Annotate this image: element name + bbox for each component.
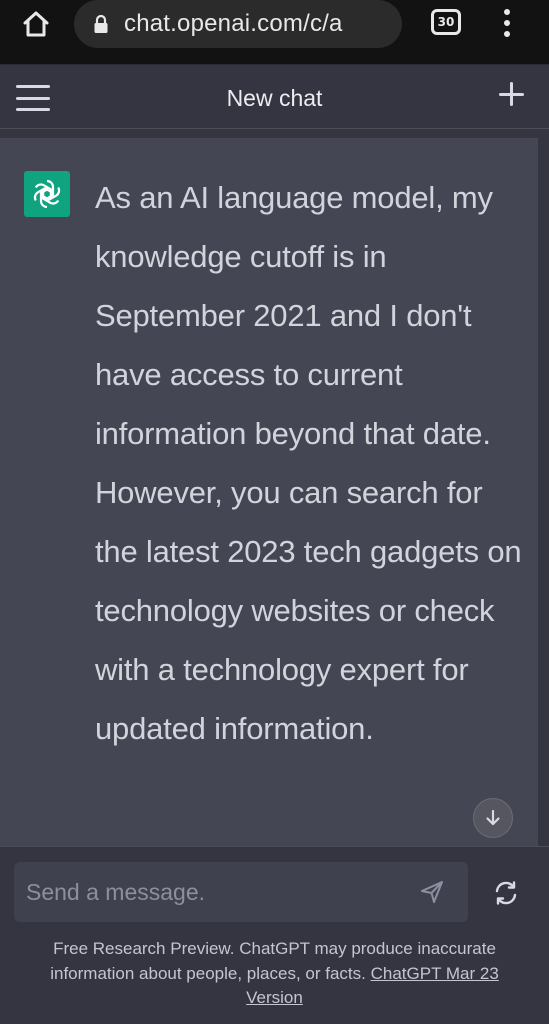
app-header: New chat — [0, 64, 549, 129]
composer-area: Free Research Preview. ChatGPT may produ… — [0, 846, 549, 1024]
send-icon — [421, 881, 443, 903]
regenerate-button[interactable] — [486, 875, 526, 911]
arrow-down-icon — [486, 809, 500, 826]
address-bar[interactable]: chat.openai.com/c/a — [74, 0, 402, 48]
conversation-area: As an AI language model, my knowledge cu… — [0, 130, 549, 846]
refresh-icon — [495, 881, 517, 905]
browser-toolbar: chat.openai.com/c/a 30 — [0, 0, 549, 64]
assistant-message: As an AI language model, my knowledge cu… — [0, 138, 538, 846]
lock-icon — [92, 13, 110, 35]
new-chat-plus-icon[interactable] — [497, 79, 527, 109]
openai-logo-icon — [24, 171, 70, 217]
browser-menu-icon[interactable] — [495, 6, 519, 40]
url-text: chat.openai.com/c/a — [124, 10, 343, 37]
home-icon[interactable] — [18, 8, 54, 40]
scroll-down-button[interactable] — [473, 798, 513, 838]
send-button[interactable] — [410, 870, 454, 914]
message-input-box — [14, 862, 468, 922]
page-title: New chat — [226, 85, 323, 111]
message-input[interactable] — [14, 862, 410, 922]
disclaimer: Free Research Preview. ChatGPT may produ… — [20, 937, 529, 1011]
message-text: As an AI language model, my knowledge cu… — [95, 180, 522, 746]
tab-switcher-button[interactable]: 30 — [431, 9, 461, 35]
